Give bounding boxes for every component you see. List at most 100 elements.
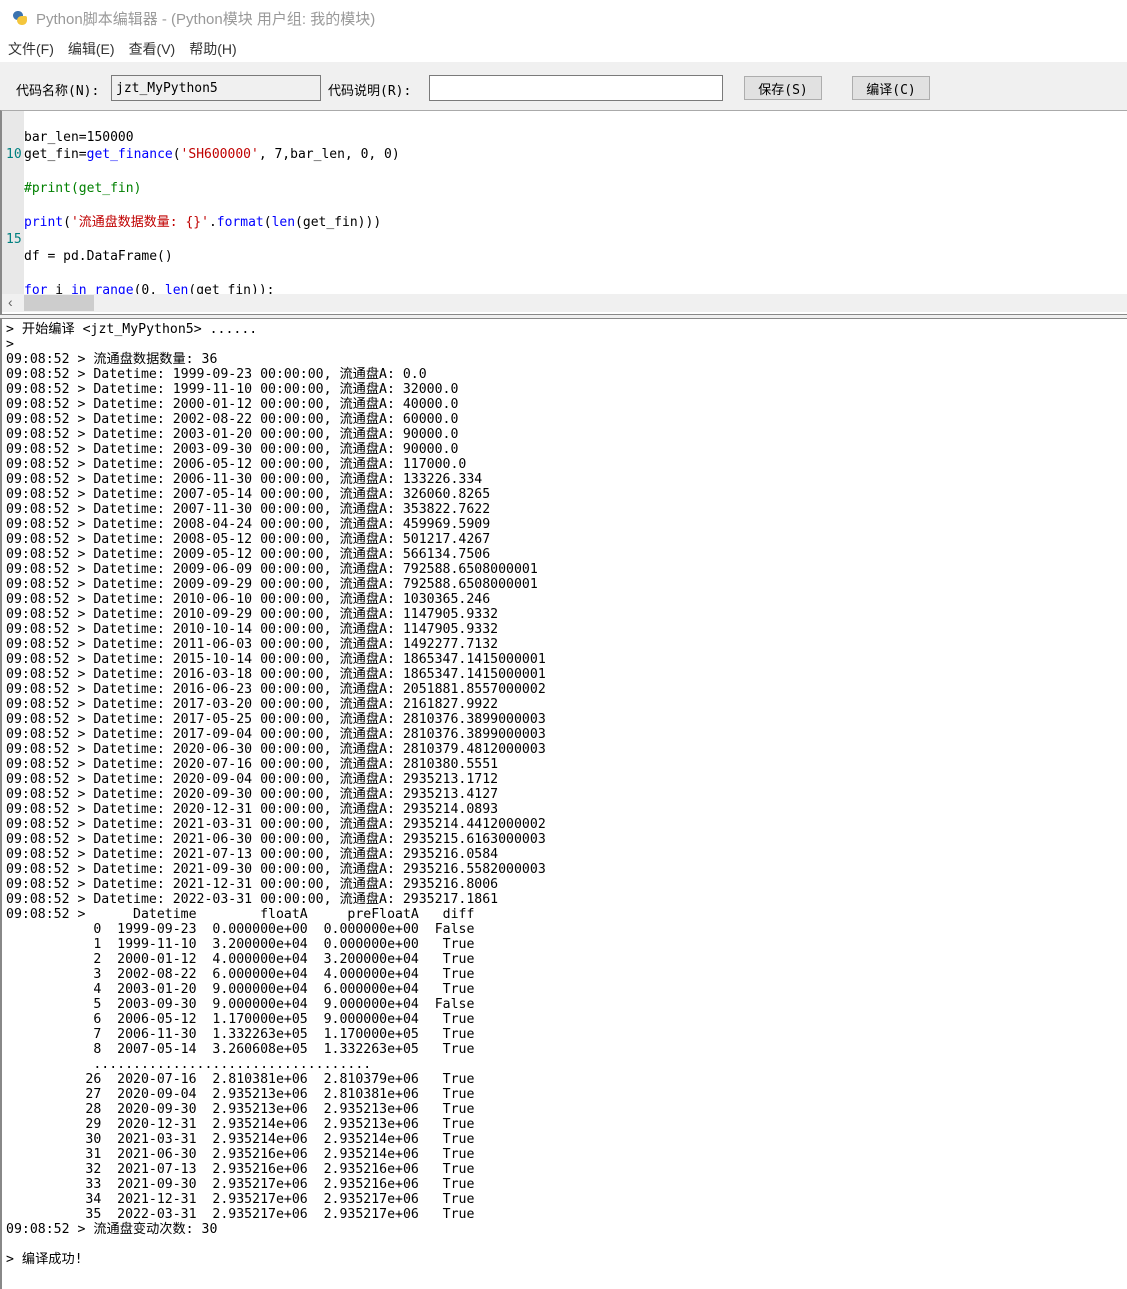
log-line: 09:08:52 > Datetime: 2010-09-29 00:00:00… [6,607,499,622]
horizontal-scrollbar[interactable]: ‹ [2,294,1127,312]
output-console: > 开始编译 <jzt_MyPython5> ...... >09:08:52 >… [0,319,1127,1289]
window-title: Python脚本编辑器 - (Python模块 用户组: 我的模块) [36,10,376,28]
save-button[interactable]: 保存(S) [744,76,822,100]
log-line: 09:08:52 > Datetime floatA preFloatA dif… [6,907,475,922]
log-line: 09:08:52 > 流通盘变动次数: 30 [6,1222,218,1237]
log-line: 0 1999-09-23 0.000000e+00 0.000000e+00 F… [6,922,475,937]
log-line: 09:08:52 > Datetime: 2007-11-30 00:00:00… [6,502,491,517]
log-line: 09:08:52 > Datetime: 2003-09-30 00:00:00… [6,442,459,457]
log-line: 5 2003-09-30 9.000000e+04 9.000000e+04 F… [6,997,475,1012]
log-line: 09:08:52 > Datetime: 2020-12-31 00:00:00… [6,802,499,817]
code-token: . [208,215,217,230]
code-token: , 7,bar_len, 0, 0) [258,147,400,162]
code-line: bar_len=150000 [24,129,134,146]
code-token: ( [63,215,71,230]
menu-bar: 文件(F) 编辑(E) 查看(V) 帮助(H) [0,36,1127,62]
line-number: 10 [6,147,22,162]
line-number: 15 [6,232,22,247]
code-token: print [24,215,64,230]
code-token: df = pd.DataFrame() [24,249,173,264]
log-line: 09:08:52 > Datetime: 2010-10-14 00:00:00… [6,622,499,637]
code-line: #print(get_fin) [24,180,141,197]
log-line: 09:08:52 > Datetime: 2017-03-20 00:00:00… [6,697,499,712]
log-line: 4 2003-01-20 9.000000e+04 6.000000e+04 T… [6,982,475,997]
log-line: 09:08:52 > Datetime: 2015-10-14 00:00:00… [6,652,546,667]
log-line: 35 2022-03-31 2.935217e+06 2.935217e+06 … [6,1207,475,1222]
log-line: 09:08:52 > Datetime: 2020-09-04 00:00:00… [6,772,499,787]
python-icon [12,10,28,26]
scroll-left-icon[interactable]: ‹ [8,294,13,310]
log-line: 09:08:52 > Datetime: 2020-06-30 00:00:00… [6,742,546,757]
log-line: 30 2021-03-31 2.935214e+06 2.935214e+06 … [6,1132,475,1147]
log-line: 29 2020-12-31 2.935214e+06 2.935213e+06 … [6,1117,475,1132]
code-token: (get_fin))) [295,215,382,230]
code-token: ( [263,215,272,230]
code-token: 'SH600000' [180,147,259,162]
code-token: ( [172,147,181,162]
log-line: 8 2007-05-14 3.260608e+05 1.332263e+05 T… [6,1042,475,1057]
title-bar: Python脚本编辑器 - (Python模块 用户组: 我的模块) [0,0,1127,36]
log-line: 09:08:52 > Datetime: 2016-03-18 00:00:00… [6,667,546,682]
code-token: '流通盘数据数量: {}' [70,215,209,230]
log-line: > 开始编译 <jzt_MyPython5> ...... [6,322,258,337]
log-line: 6 2006-05-12 1.170000e+05 9.000000e+04 T… [6,1012,475,1027]
code-editor[interactable]: 10 15 bar_len=150000 get_fin=get_finance('… [0,110,1127,314]
log-line: > [6,337,14,352]
log-line: 09:08:52 > Datetime: 2003-01-20 00:00:00… [6,427,459,442]
log-line: 09:08:52 > Datetime: 2011-06-03 00:00:00… [6,637,499,652]
log-line: 34 2021-12-31 2.935217e+06 2.935217e+06 … [6,1192,475,1207]
log-line: 09:08:52 > Datetime: 2021-06-30 00:00:00… [6,832,546,847]
log-line: 09:08:52 > 流通盘数据数量: 36 [6,352,218,367]
log-line: 09:08:52 > Datetime: 2020-09-30 00:00:00… [6,787,499,802]
log-line: 32 2021-07-13 2.935216e+06 2.935216e+06 … [6,1162,475,1177]
menu-view[interactable]: 查看(V) [129,39,176,59]
log-line: 09:08:52 > Datetime: 2006-11-30 00:00:00… [6,472,483,487]
menu-file[interactable]: 文件(F) [8,39,54,59]
log-line: 3 2002-08-22 6.000000e+04 4.000000e+04 T… [6,967,475,982]
code-line: get_fin=get_finance('SH600000', 7,bar_le… [24,146,400,163]
log-line: 09:08:52 > Datetime: 2016-06-23 00:00:00… [6,682,546,697]
code-token: format [216,215,264,230]
log-line: 09:08:52 > Datetime: 2000-01-12 00:00:00… [6,397,459,412]
code-token: len [271,215,296,230]
log-line: 28 2020-09-30 2.935213e+06 2.935213e+06 … [6,1102,475,1117]
log-line: 09:08:52 > Datetime: 2007-05-14 00:00:00… [6,487,491,502]
log-line: 33 2021-09-30 2.935217e+06 2.935216e+06 … [6,1177,475,1192]
log-line: 09:08:52 > Datetime: 1999-11-10 00:00:00… [6,382,459,397]
log-line: 09:08:52 > Datetime: 2021-07-13 00:00:00… [6,847,499,862]
menu-edit[interactable]: 编辑(E) [68,39,115,59]
log-line: 09:08:52 > Datetime: 2009-09-29 00:00:00… [6,577,538,592]
log-line: 09:08:52 > Datetime: 2008-05-12 00:00:00… [6,532,491,547]
log-line: 09:08:52 > Datetime: 2006-05-12 00:00:00… [6,457,467,472]
log-line: ................................... [6,1057,372,1072]
code-token: get_fin= [24,147,87,162]
log-line: 09:08:52 > Datetime: 2017-09-04 00:00:00… [6,727,546,742]
menu-help[interactable]: 帮助(H) [189,39,236,59]
log-line: 09:08:52 > Datetime: 2021-03-31 00:00:00… [6,817,546,832]
code-token: #print(get_fin) [24,181,142,196]
log-line: 09:08:52 > Datetime: 2009-05-12 00:00:00… [6,547,491,562]
log-line: 1 1999-11-10 3.200000e+04 0.000000e+00 T… [6,937,475,952]
code-desc-input[interactable] [429,75,723,101]
log-line: 09:08:52 > Datetime: 1999-09-23 00:00:00… [6,367,427,382]
code-desc-label: 代码说明(R): [328,84,412,99]
compile-button[interactable]: 编译(C) [852,76,930,100]
log-line: 09:08:52 > Datetime: 2020-07-16 00:00:00… [6,757,499,772]
log-line: 09:08:52 > Datetime: 2022-03-31 00:00:00… [6,892,499,907]
log-line: 7 2006-11-30 1.332263e+05 1.170000e+05 T… [6,1027,475,1042]
log-line: 26 2020-07-16 2.810381e+06 2.810379e+06 … [6,1072,475,1087]
line-number-gutter: 10 15 [2,111,24,294]
scrollbar-thumb[interactable] [24,295,94,311]
log-line: 31 2021-06-30 2.935216e+06 2.935214e+06 … [6,1147,475,1162]
code-name-input[interactable] [111,75,321,101]
log-line: 09:08:52 > Datetime: 2021-12-31 00:00:00… [6,877,499,892]
log-line: > 编译成功! [6,1252,83,1267]
log-line: 09:08:52 > Datetime: 2002-08-22 00:00:00… [6,412,459,427]
log-line: 09:08:52 > Datetime: 2021-09-30 00:00:00… [6,862,546,877]
code-token: bar_len=150000 [24,130,134,145]
code-name-label: 代码名称(N): [16,84,100,99]
log-line: 09:08:52 > Datetime: 2009-06-09 00:00:00… [6,562,538,577]
toolbar: 代码名称(N): 代码说明(R): 保存(S) 编译(C) [0,62,1127,110]
code-line: print('流通盘数据数量: {}'.format(len(get_fin))… [24,214,381,231]
